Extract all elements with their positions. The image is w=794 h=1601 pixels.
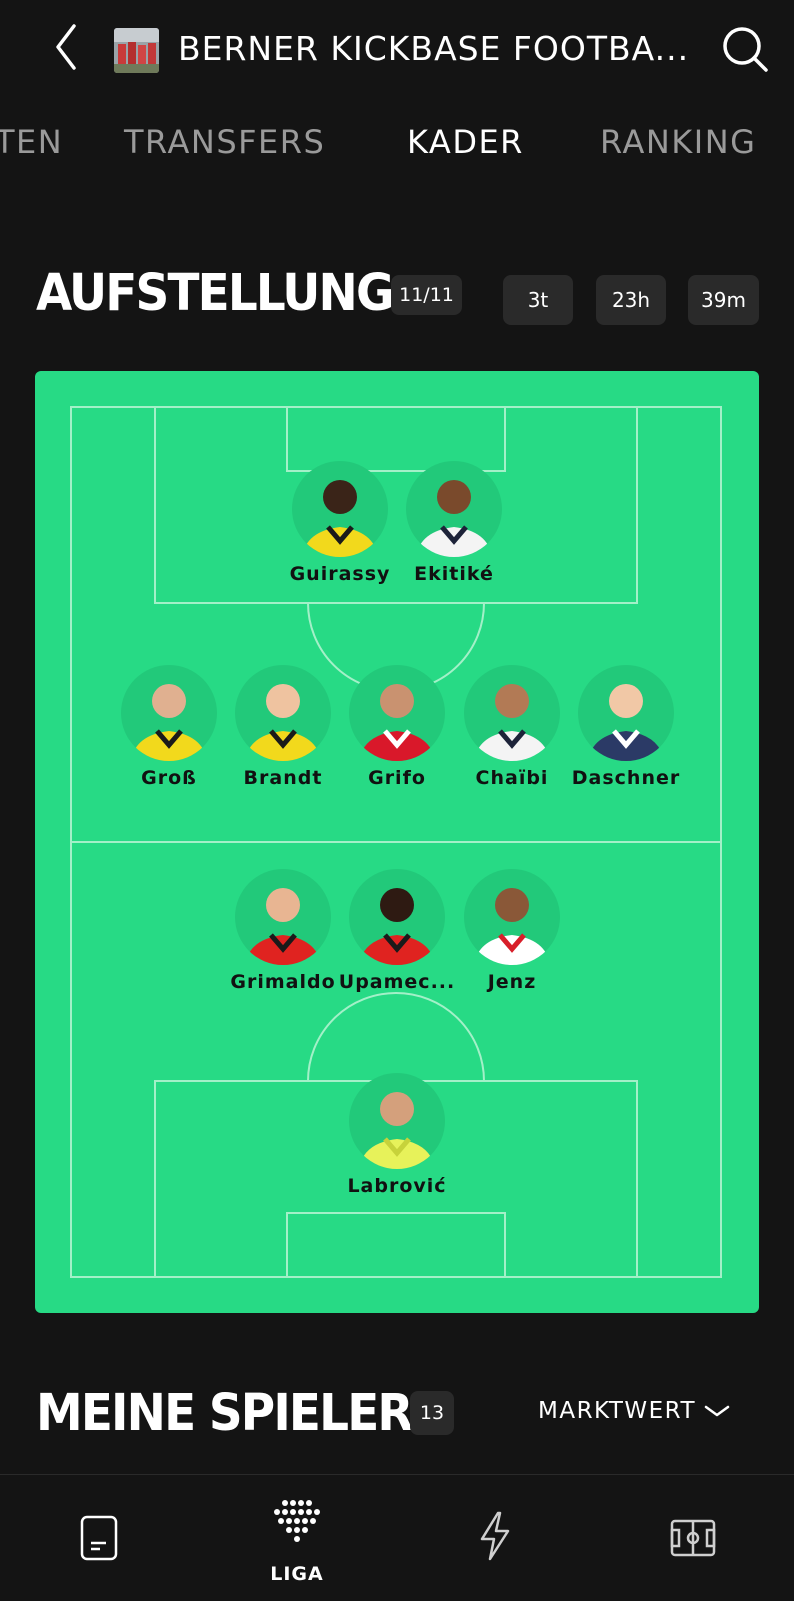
sort-dropdown[interactable]: MARKTWERT (538, 1398, 730, 1424)
tab-kader[interactable]: KADER (407, 118, 524, 166)
my-players-count-badge: 13 (410, 1391, 454, 1435)
nav-news[interactable] (0, 1475, 198, 1601)
countdown-hours: 23h (596, 275, 666, 325)
my-players-title: MEINE SPIELER (36, 1384, 414, 1443)
nav-liga[interactable]: LIGA (198, 1475, 396, 1601)
chevron-left-icon (56, 24, 76, 70)
player-avatar (406, 461, 502, 557)
nav-live[interactable] (396, 1475, 594, 1601)
player-name: Daschner (571, 767, 681, 789)
tab-ranking[interactable]: RANKING (600, 118, 756, 166)
chevron-down-icon (704, 1405, 730, 1417)
back-button[interactable] (52, 24, 82, 70)
tab-transfers[interactable]: TRANSFERS (124, 118, 325, 166)
lineup-pitch[interactable]: Guirassy Ekitiké Groß Brandt Grifo Chaïb… (35, 371, 759, 1313)
countdown-days: 3t (503, 275, 573, 325)
player-name: Jenz (487, 971, 537, 993)
nav-liga-label: LIGA (270, 1563, 324, 1585)
sort-label: MARKTWERT (538, 1398, 697, 1424)
nav-lineup[interactable] (594, 1475, 792, 1601)
player-avatar (578, 665, 674, 761)
league-image[interactable] (114, 28, 159, 73)
lightning-icon (480, 1511, 510, 1561)
player-avatar (349, 869, 445, 965)
pitch-icon (670, 1519, 716, 1557)
player-avatar (235, 869, 331, 965)
bottom-nav: LIGA (0, 1474, 794, 1601)
player-name: Ekitiké (414, 563, 494, 585)
pitch-lines (70, 406, 722, 1278)
league-title[interactable]: BERNER KICKBASE FOOTBA... (178, 26, 689, 72)
tab-ten[interactable]: TEN (0, 118, 63, 166)
lineup-title: AUFSTELLUNG (36, 264, 394, 323)
search-button[interactable] (720, 24, 770, 74)
lineup-count-badge: 11/11 (391, 275, 462, 315)
player-avatar (464, 869, 560, 965)
player-avatar (235, 665, 331, 761)
player-avatar (349, 1073, 445, 1169)
player-avatar (349, 665, 445, 761)
player-avatar (292, 461, 388, 557)
liga-dots-icon (274, 1500, 320, 1542)
league-photo (114, 28, 159, 73)
player-avatar (121, 665, 217, 761)
search-icon (723, 27, 768, 72)
player-name: Labrović (347, 1175, 447, 1197)
countdown-minutes: 39m (688, 275, 759, 325)
document-icon (80, 1515, 118, 1561)
player-avatar (464, 665, 560, 761)
